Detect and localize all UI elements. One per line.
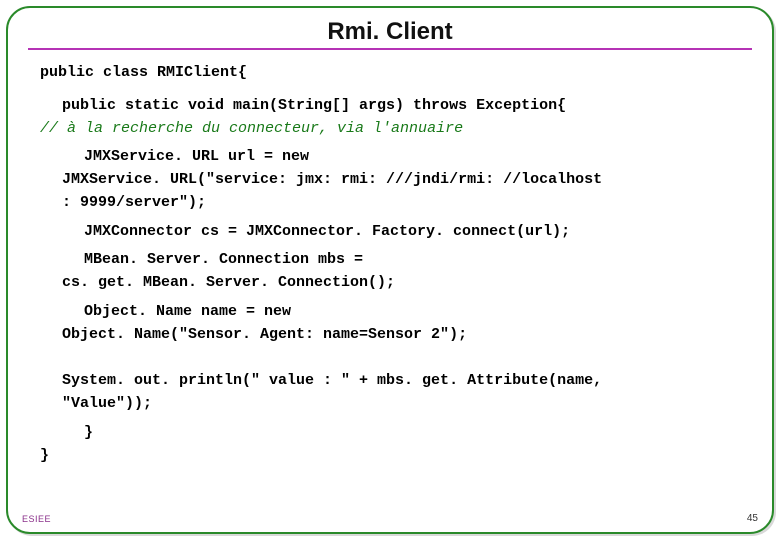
slide-title: Rmi. Client bbox=[8, 18, 772, 46]
code-line: Object. Name name = new bbox=[40, 303, 740, 322]
code-line: } bbox=[40, 424, 740, 443]
slide-number: 45 bbox=[747, 513, 758, 524]
code-line: : 9999/server"); bbox=[40, 194, 740, 213]
code-comment: // à la recherche du connecteur, via l'a… bbox=[40, 120, 740, 139]
code-line: "Value")); bbox=[40, 395, 740, 414]
code-line: public class RMIClient{ bbox=[40, 64, 740, 83]
code-line: JMXService. URL("service: jmx: rmi: ///j… bbox=[40, 171, 740, 190]
footer-brand: ESIEE bbox=[22, 514, 51, 524]
code-line: } bbox=[40, 447, 740, 466]
code-line: JMXService. URL url = new bbox=[40, 148, 740, 167]
code-line: cs. get. MBean. Server. Connection(); bbox=[40, 274, 740, 293]
code-line: MBean. Server. Connection mbs = bbox=[40, 251, 740, 270]
code-line: Object. Name("Sensor. Agent: name=Sensor… bbox=[40, 326, 740, 345]
code-content: public class RMIClient{ public static vo… bbox=[8, 64, 772, 465]
code-line: public static void main(String[] args) t… bbox=[40, 97, 740, 116]
title-divider bbox=[28, 48, 752, 50]
code-line: System. out. println(" value : " + mbs. … bbox=[40, 372, 740, 391]
slide-frame: Rmi. Client public class RMIClient{ publ… bbox=[6, 6, 774, 534]
code-line: JMXConnector cs = JMXConnector. Factory.… bbox=[40, 223, 740, 242]
